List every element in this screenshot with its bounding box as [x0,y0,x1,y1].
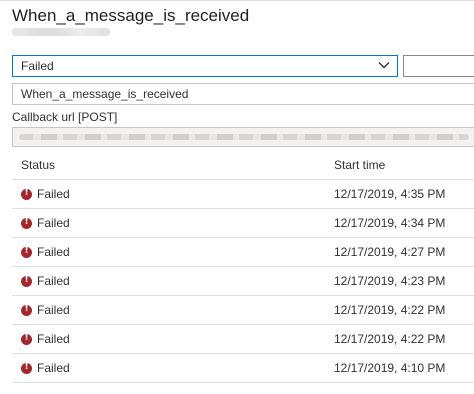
column-header-status[interactable]: Status [21,158,55,172]
status-filter-dropdown[interactable]: Failed [12,55,398,77]
table-row[interactable]: Failed 12/17/2019, 4:35 PM [12,181,474,209]
trigger-name-value: When_a_message_is_received [21,87,189,101]
run-history-panel: When_a_message_is_received Failed When_a… [0,0,474,394]
error-circle-icon [21,362,32,374]
column-header-start-time[interactable]: Start time [334,158,385,172]
redacted-subtitle [12,28,110,36]
run-status: Failed [37,361,70,375]
table-header: Status Start time [12,151,474,180]
error-circle-icon [21,333,32,345]
run-start-time: 12/17/2019, 4:34 PM [334,216,446,230]
run-status: Failed [37,332,70,346]
run-status: Failed [37,187,70,201]
run-start-time: 12/17/2019, 4:22 PM [334,332,446,346]
run-status: Failed [37,274,70,288]
error-circle-icon [21,304,32,316]
run-start-time: 12/17/2019, 4:23 PM [334,274,446,288]
table-row[interactable]: Failed 12/17/2019, 4:22 PM [12,297,474,325]
table-row[interactable]: Failed 12/17/2019, 4:27 PM [12,239,474,267]
error-circle-icon [21,188,32,200]
table-row[interactable]: Failed 12/17/2019, 4:34 PM [12,210,474,238]
trigger-name-field[interactable]: When_a_message_is_received [12,83,474,105]
redacted-callback-url [19,134,469,140]
error-circle-icon [21,217,32,229]
run-status: Failed [37,216,70,230]
error-circle-icon [21,246,32,258]
top-divider [0,0,474,1]
table-row[interactable]: Failed 12/17/2019, 4:22 PM [12,326,474,354]
run-start-time: 12/17/2019, 4:10 PM [334,361,446,375]
runs-table: Status Start time Failed 12/17/2019, 4:3… [12,151,474,383]
run-status: Failed [37,245,70,259]
table-row[interactable]: Failed 12/17/2019, 4:23 PM [12,268,474,296]
run-start-time: 12/17/2019, 4:27 PM [334,245,446,259]
secondary-filter-input[interactable] [403,55,474,77]
run-status: Failed [37,303,70,317]
page-title: When_a_message_is_received [12,6,250,25]
run-start-time: 12/17/2019, 4:35 PM [334,187,446,201]
table-row[interactable]: Failed 12/17/2019, 4:10 PM [12,355,474,383]
callback-url-field[interactable] [12,127,474,147]
status-filter-value: Failed [21,59,54,73]
chevron-down-icon [378,62,390,69]
callback-url-label: Callback url [POST] [12,110,118,124]
run-start-time: 12/17/2019, 4:22 PM [334,303,446,317]
error-circle-icon [21,275,32,287]
